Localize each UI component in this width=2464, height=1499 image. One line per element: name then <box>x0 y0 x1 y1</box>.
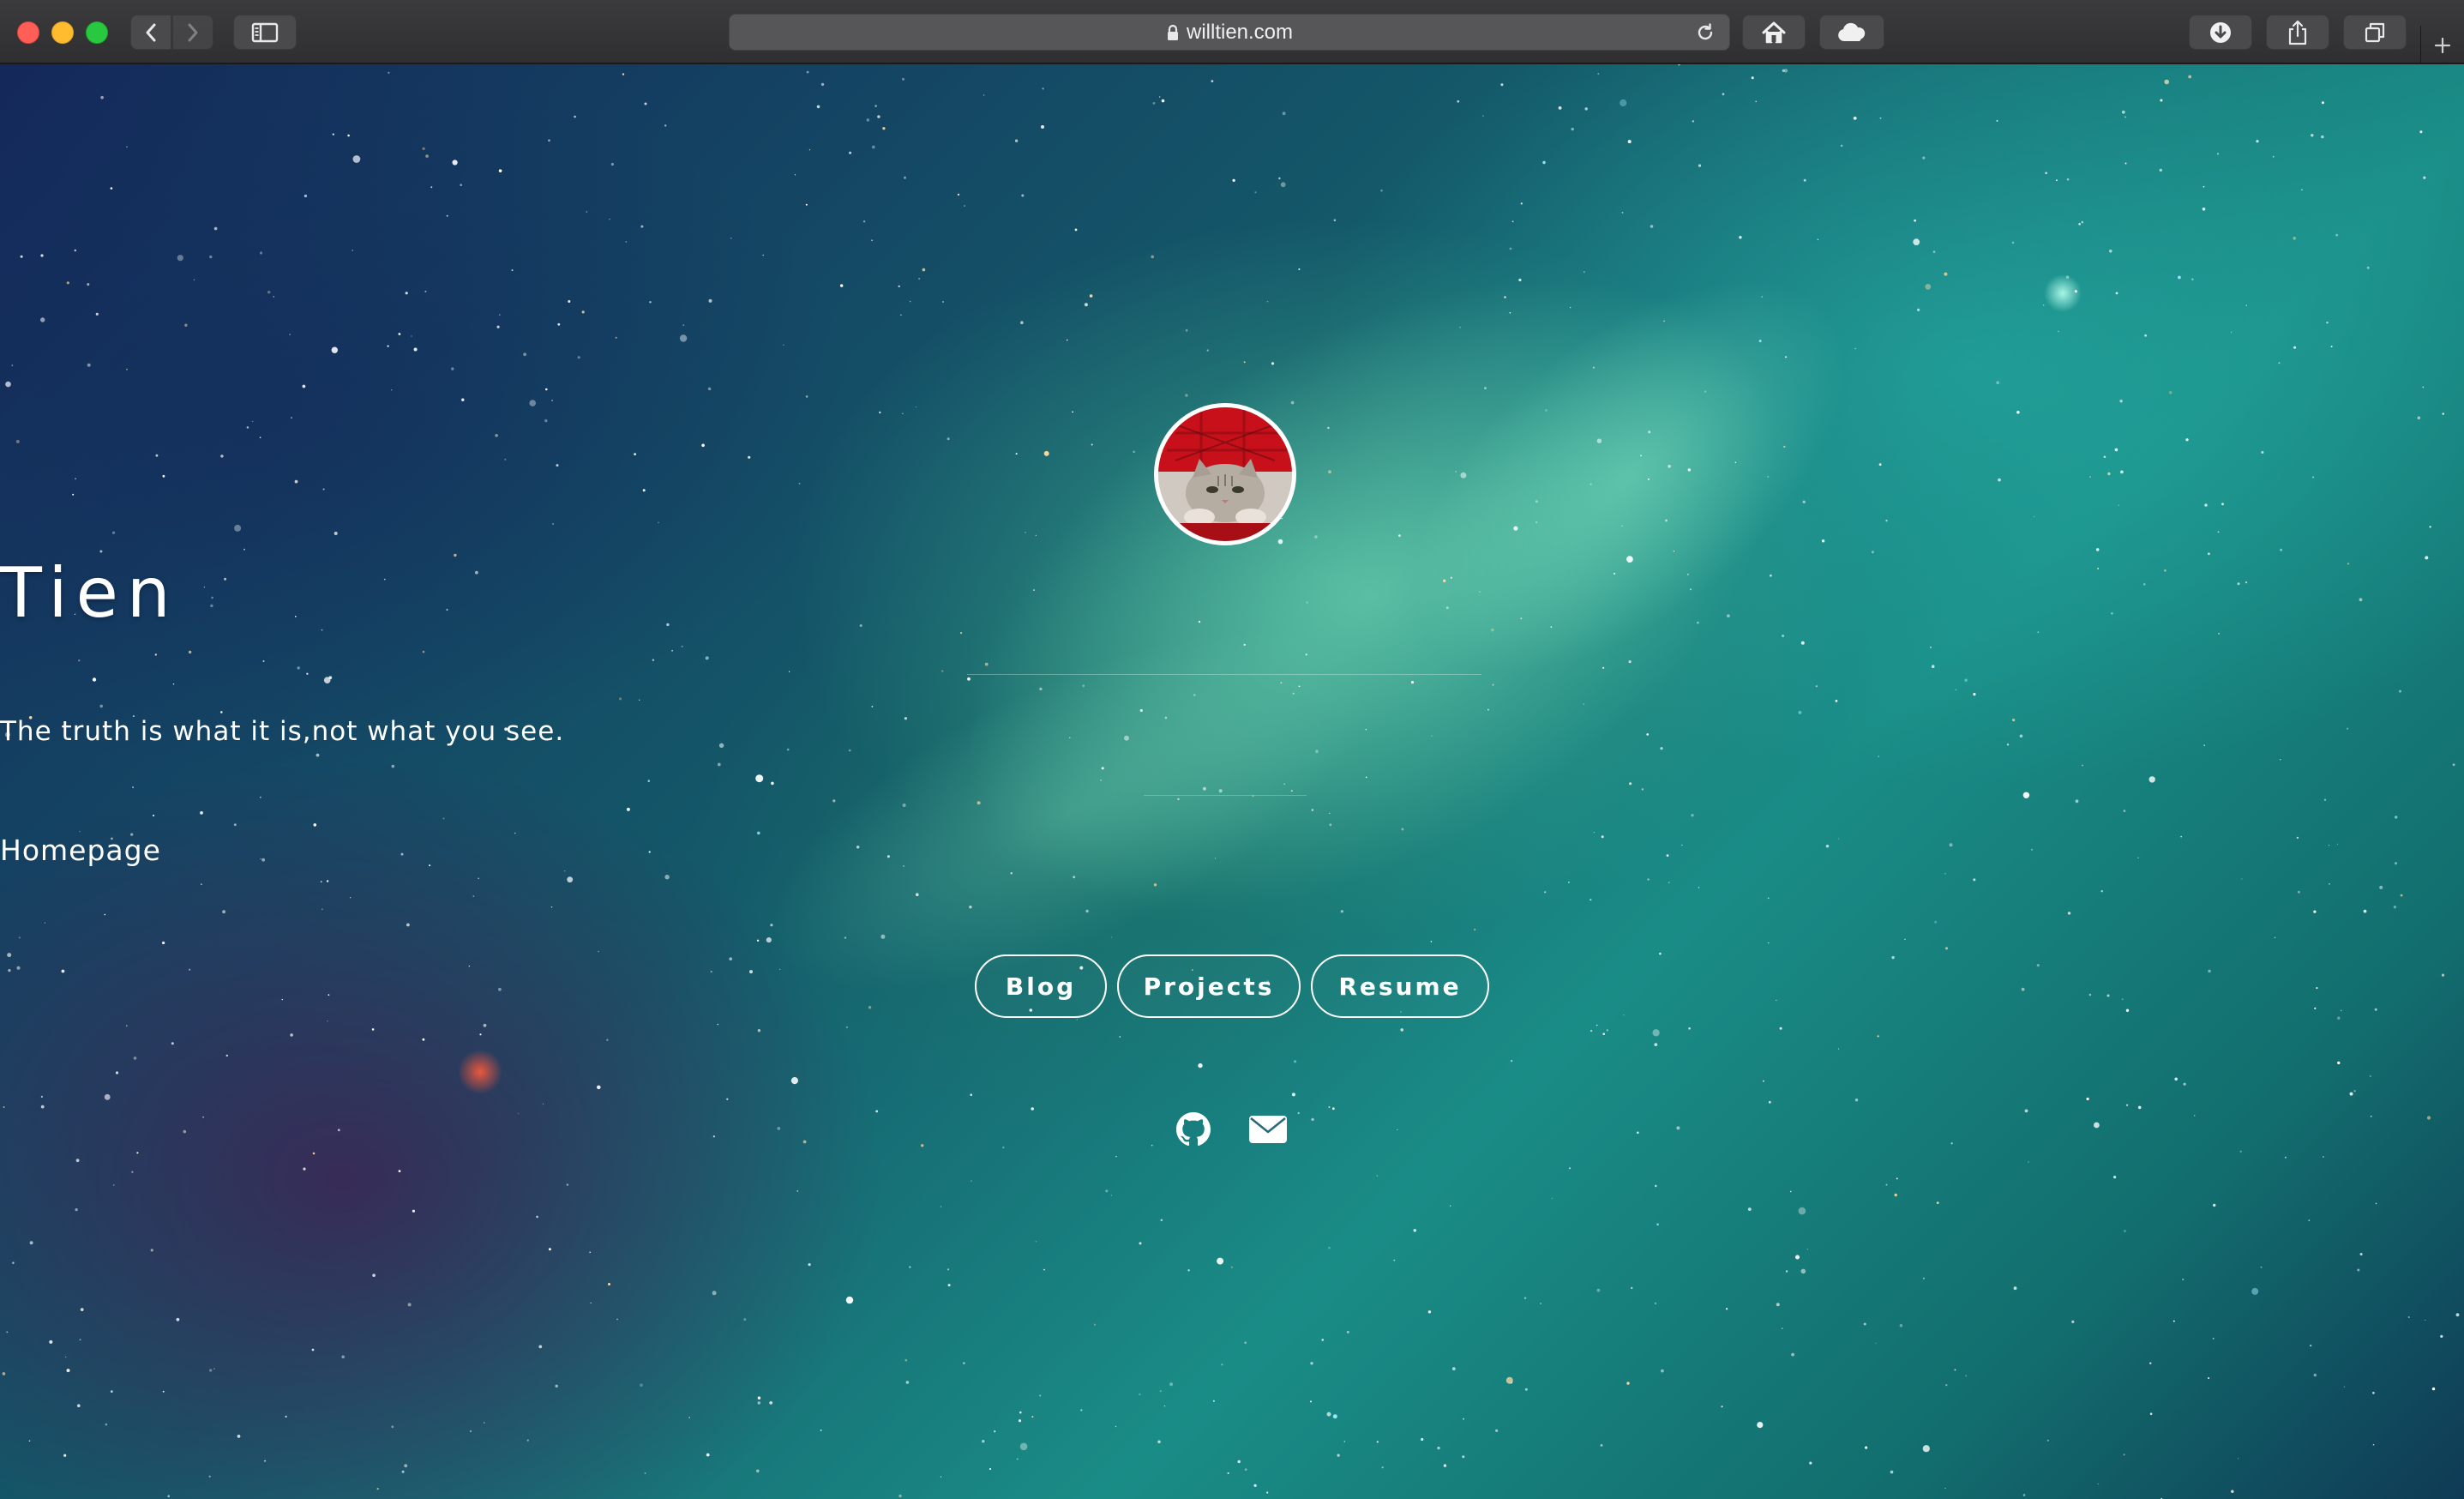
galaxy-background <box>2 64 2460 1499</box>
avatar <box>1154 403 1296 545</box>
sidebar-toggle-button[interactable] <box>233 15 297 50</box>
home-icon <box>1762 21 1786 43</box>
tabs-icon <box>2365 22 2385 42</box>
sidebar-icon <box>251 22 279 42</box>
chevron-left-icon <box>146 23 156 41</box>
github-icon <box>1176 1112 1211 1147</box>
icloud-tabs-button[interactable] <box>1819 15 1884 50</box>
back-button[interactable] <box>130 15 171 50</box>
plus-icon <box>2434 37 2451 53</box>
minimize-window-button[interactable] <box>51 21 74 44</box>
show-tabs-button[interactable] <box>2343 15 2407 50</box>
resume-button[interactable]: Resume <box>1311 954 1489 1018</box>
reload-icon <box>1698 23 1713 40</box>
cat-avatar-image <box>1158 407 1292 541</box>
email-link[interactable] <box>1248 1112 1288 1147</box>
chevron-right-icon <box>188 23 198 41</box>
github-link[interactable] <box>1176 1112 1211 1147</box>
tagline: The truth is what it is,not what you see… <box>0 716 565 747</box>
browser-toolbar: willtien.com <box>0 0 2464 64</box>
profile-name: Tien <box>0 553 179 633</box>
close-window-button[interactable] <box>17 21 39 44</box>
blog-button[interactable]: Blog <box>975 954 1107 1018</box>
reload-button[interactable] <box>1693 21 1717 45</box>
home-button[interactable] <box>1742 15 1806 50</box>
address-bar[interactable]: willtien.com <box>729 14 1730 51</box>
share-icon <box>2288 20 2307 45</box>
web-page: Tien The truth is what it is,not what yo… <box>0 64 2464 1499</box>
divider <box>967 674 1481 675</box>
maximize-window-button[interactable] <box>86 21 108 44</box>
cloud-icon <box>1838 22 1866 41</box>
forward-button[interactable] <box>172 15 213 50</box>
url-text: willtien.com <box>1186 20 1294 44</box>
section-label: Homepage <box>0 834 161 867</box>
browser-window: willtien.com Tien The truth is what it i… <box>0 0 2464 1499</box>
share-button[interactable] <box>2266 15 2329 50</box>
mail-icon <box>1249 1116 1287 1143</box>
social-links <box>0 1112 2464 1147</box>
downloads-button[interactable] <box>2189 15 2252 50</box>
projects-button[interactable]: Projects <box>1117 954 1301 1018</box>
url-display: willtien.com <box>730 15 1729 50</box>
lock-icon <box>1166 24 1180 41</box>
nav-buttons: Blog Projects Resume <box>0 954 2464 1018</box>
new-tab-button[interactable] <box>2420 26 2464 64</box>
divider <box>1144 795 1307 796</box>
download-icon <box>2210 21 2231 43</box>
